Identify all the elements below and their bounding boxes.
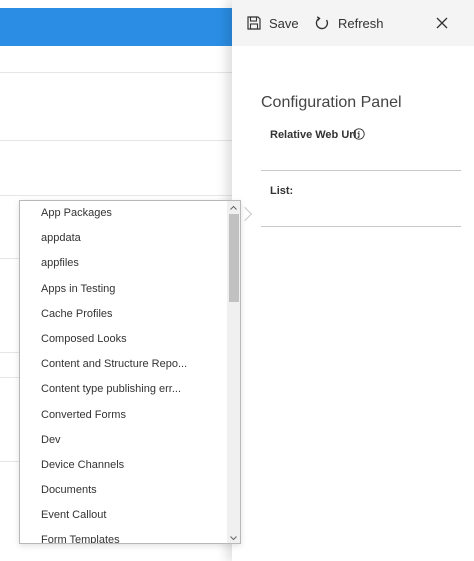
info-icon[interactable] [353, 127, 365, 140]
list-item[interactable]: Apps in Testing [20, 277, 228, 302]
list-item[interactable]: Dev [20, 428, 228, 453]
refresh-label: Refresh [338, 15, 384, 31]
panel-title: Configuration Panel [261, 94, 402, 111]
relative-web-url-label: Relative Web Url: [270, 129, 361, 141]
list-dropdown[interactable]: App Packages appdata appfiles Apps in Te… [19, 200, 241, 544]
dropdown-scrollbar[interactable] [227, 201, 240, 543]
list-item[interactable]: appfiles [20, 251, 228, 276]
list-item[interactable]: Composed Looks [20, 327, 228, 352]
refresh-button[interactable]: Refresh [315, 13, 384, 33]
scroll-thumb[interactable] [229, 214, 239, 302]
command-bar: Save Refresh [232, 0, 474, 46]
list-item[interactable]: Event Callout [20, 503, 228, 528]
chevron-down-icon [227, 531, 240, 543]
close-icon [432, 17, 452, 37]
list-label: List: [270, 185, 294, 197]
list-item[interactable]: appdata [20, 226, 228, 251]
list-item[interactable]: Converted Forms [20, 403, 228, 428]
list-item[interactable]: Form Templates [20, 528, 228, 543]
close-button[interactable] [432, 13, 452, 33]
configuration-panel: Save Refresh Configuration Panel Relativ… [232, 0, 474, 561]
divider [0, 195, 232, 196]
save-icon [247, 16, 261, 30]
list-field[interactable] [261, 226, 461, 227]
scroll-down-arrow[interactable] [227, 531, 240, 543]
divider [0, 140, 232, 141]
list-item[interactable]: Cache Profiles [20, 302, 228, 327]
dropdown-list: App Packages appdata appfiles Apps in Te… [20, 201, 228, 543]
suite-bar [0, 8, 232, 46]
divider [0, 72, 232, 73]
list-item[interactable]: Content and Structure Repo... [20, 352, 228, 377]
list-item[interactable]: Content type publishing err... [20, 377, 228, 402]
relative-web-url-field[interactable] [261, 170, 461, 171]
scroll-up-arrow[interactable] [227, 201, 240, 213]
list-item[interactable]: Device Channels [20, 453, 228, 478]
list-item[interactable]: Documents [20, 478, 228, 503]
save-label: Save [269, 15, 299, 31]
list-item[interactable]: App Packages [20, 201, 228, 226]
refresh-icon [315, 15, 330, 31]
save-button[interactable]: Save [247, 13, 299, 33]
